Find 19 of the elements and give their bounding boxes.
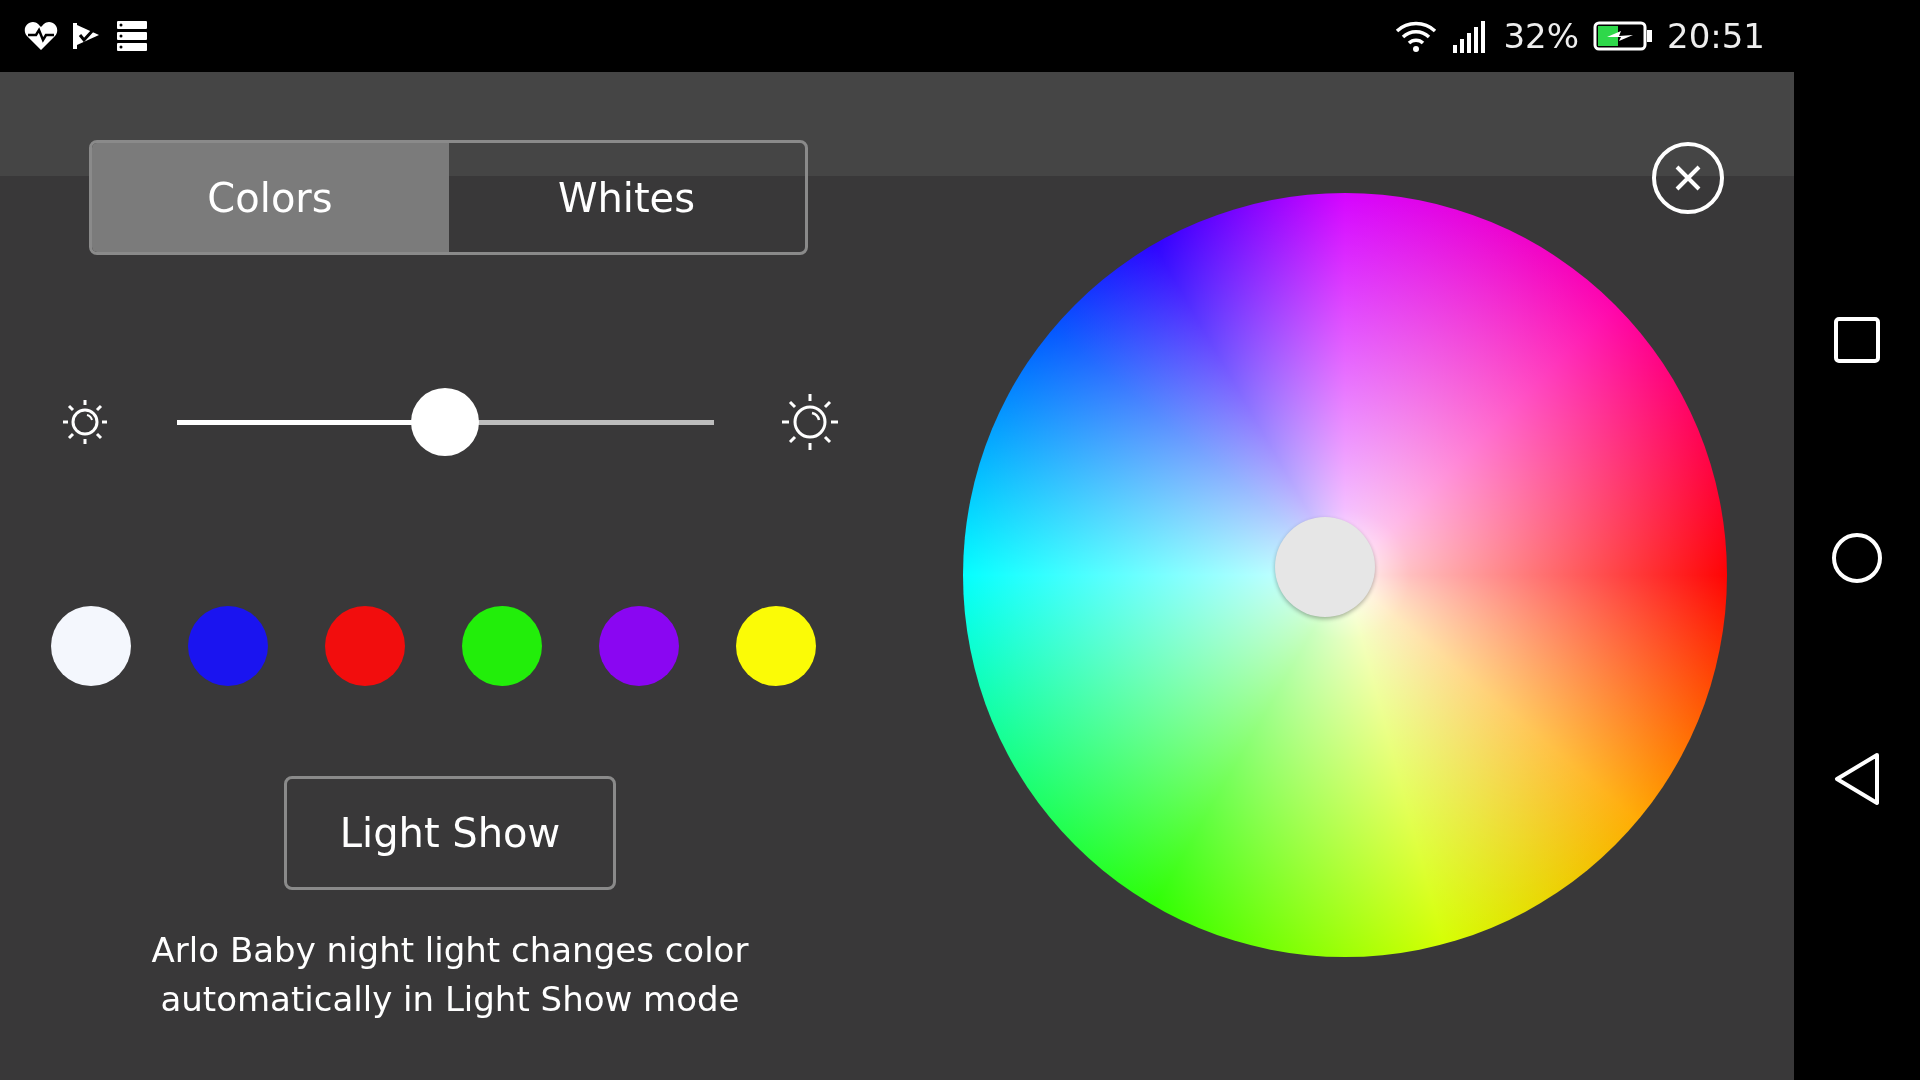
battery-charging-icon	[1593, 21, 1653, 51]
close-icon	[1673, 163, 1703, 193]
brightness-high-icon	[780, 392, 840, 452]
heart-pulse-icon	[24, 21, 58, 51]
light-show-description: Arlo Baby night light changes color automatically in Light Show mode	[150, 929, 750, 1021]
wifi-icon	[1395, 19, 1438, 53]
brightness-low-icon	[60, 397, 110, 447]
back-icon[interactable]	[1833, 752, 1881, 806]
clock-time: 20:51	[1667, 16, 1765, 56]
mode-tab[interactable]: Colors	[91, 143, 449, 252]
light-show-button[interactable]: Light Show	[284, 776, 616, 890]
recents-icon[interactable]	[1833, 316, 1881, 364]
color-picker-handle[interactable]	[1275, 517, 1375, 617]
storage-icon	[116, 20, 148, 52]
home-icon[interactable]	[1831, 532, 1883, 584]
close-button[interactable]	[1652, 142, 1724, 214]
brightness-slider[interactable]	[176, 388, 714, 456]
battery-percent: 32%	[1503, 16, 1579, 56]
mode-tab[interactable]: Whites	[448, 143, 805, 252]
